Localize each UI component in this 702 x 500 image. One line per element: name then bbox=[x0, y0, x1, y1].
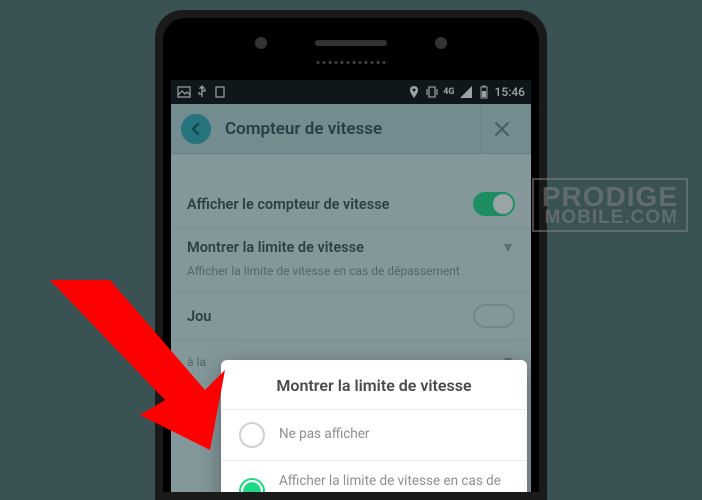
network-type: 4G bbox=[443, 87, 454, 97]
option-dont-show[interactable]: Ne pas afficher bbox=[221, 409, 527, 460]
setting-label: Jou bbox=[187, 308, 211, 325]
phone-frame: 4G 15:46 Compteur de vitesse bbox=[155, 10, 547, 500]
option-label: Ne pas afficher bbox=[279, 426, 369, 444]
setting-show-limit[interactable]: Montrer la limite de vitesse ▼ bbox=[171, 229, 531, 260]
close-icon bbox=[492, 119, 512, 139]
phone-screen: 4G 15:46 Compteur de vitesse bbox=[171, 80, 531, 492]
setting-sub: Afficher la limite de vitesse en cas de … bbox=[187, 264, 460, 278]
page-title: Compteur de vitesse bbox=[211, 119, 481, 139]
option-label: Afficher la limite de vitesse en cas de … bbox=[279, 473, 509, 492]
usb-icon bbox=[195, 85, 209, 99]
chevron-left-icon bbox=[189, 122, 203, 136]
chevron-down-icon: ▼ bbox=[501, 239, 515, 256]
setting-row-3[interactable]: Jou bbox=[171, 292, 531, 341]
toggle-outline[interactable] bbox=[473, 304, 515, 328]
radio-icon bbox=[239, 422, 265, 448]
option-show-on-exceed[interactable]: Afficher la limite de vitesse en cas de … bbox=[221, 460, 527, 492]
image-icon bbox=[177, 85, 191, 99]
phone-sensor-dots bbox=[317, 61, 386, 64]
close-button[interactable] bbox=[481, 104, 521, 153]
radio-selected-icon bbox=[239, 478, 265, 492]
dialog-title: Montrer la limite de vitesse bbox=[221, 360, 527, 409]
setting-sub: à la bbox=[187, 355, 206, 369]
watermark-line2: MOBILE.COM bbox=[542, 209, 678, 226]
phone-bezel: 4G 15:46 Compteur de vitesse bbox=[163, 18, 539, 492]
watermark-line1: PRODIGE bbox=[542, 184, 678, 209]
speed-limit-dialog: Montrer la limite de vitesse Ne pas affi… bbox=[221, 360, 527, 492]
status-bar: 4G 15:46 bbox=[171, 80, 531, 104]
watermark: PRODIGE MOBILE.COM bbox=[532, 178, 688, 232]
toggle-switch[interactable] bbox=[473, 192, 515, 216]
setting-label: Afficher le compteur de vitesse bbox=[187, 196, 389, 213]
status-time: 15:46 bbox=[495, 85, 525, 99]
location-icon bbox=[407, 85, 421, 99]
settings-list: Afficher le compteur de vitesse Montrer … bbox=[171, 154, 531, 383]
signal-icon bbox=[459, 85, 473, 99]
notification-icon bbox=[213, 85, 227, 99]
setting-label: Montrer la limite de vitesse bbox=[187, 239, 364, 256]
vibrate-icon bbox=[425, 85, 439, 99]
battery-icon bbox=[477, 85, 491, 99]
setting-show-speedometer[interactable]: Afficher le compteur de vitesse bbox=[171, 180, 531, 229]
app-header: Compteur de vitesse bbox=[171, 104, 531, 154]
back-button[interactable] bbox=[181, 114, 211, 144]
phone-speaker bbox=[315, 40, 387, 46]
